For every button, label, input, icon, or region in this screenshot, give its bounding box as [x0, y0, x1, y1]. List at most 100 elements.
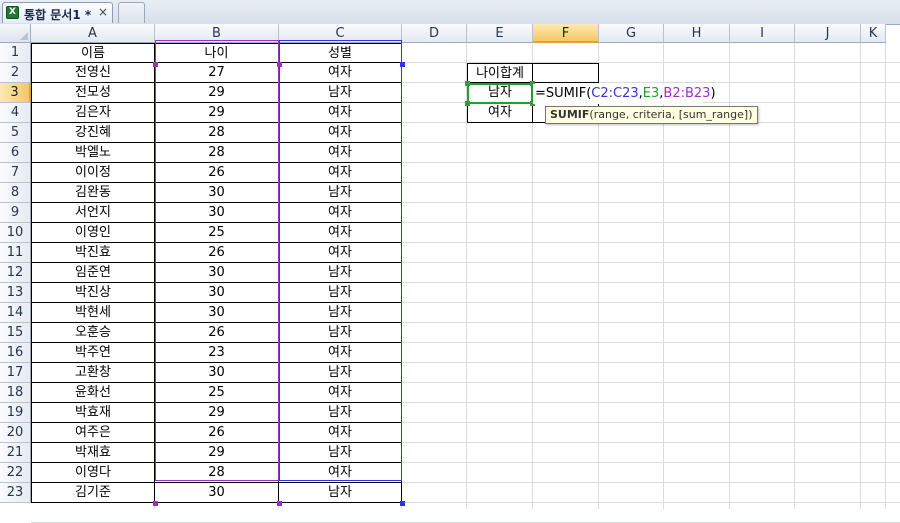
row-header-7[interactable]: 7 [0, 163, 31, 183]
row-header-4[interactable]: 4 [0, 103, 31, 123]
table-cell[interactable]: 여자 [279, 163, 402, 183]
row-header-11[interactable]: 11 [0, 243, 31, 263]
table-cell[interactable]: 30 [155, 363, 279, 383]
table-cell[interactable]: 여주은 [31, 423, 155, 443]
table-header-cell[interactable]: 성별 [279, 43, 402, 63]
tooltip-function-name[interactable]: SUMIF [550, 108, 589, 121]
summary-total-cell[interactable] [533, 63, 599, 83]
table-cell[interactable]: 윤화선 [31, 383, 155, 403]
row-header-12[interactable]: 12 [0, 263, 31, 283]
row-header-1[interactable]: 1 [0, 43, 31, 63]
row-header-6[interactable]: 6 [0, 143, 31, 163]
table-cell[interactable]: 남자 [279, 443, 402, 463]
table-cell[interactable]: 26 [155, 323, 279, 343]
column-header-g[interactable]: G [599, 24, 664, 43]
function-argument-tooltip[interactable]: SUMIF(range, criteria, [sum_range]) [545, 106, 758, 124]
criteria-range-handle[interactable] [400, 501, 405, 506]
row-header-13[interactable]: 13 [0, 283, 31, 303]
table-cell[interactable]: 28 [155, 123, 279, 143]
table-cell[interactable]: 28 [155, 463, 279, 483]
row-header-9[interactable]: 9 [0, 203, 31, 223]
summary-female-label-cell[interactable]: 여자 [467, 103, 533, 123]
sum-range-handle[interactable] [277, 501, 282, 506]
table-cell[interactable]: 여자 [279, 103, 402, 123]
column-header-h[interactable]: H [664, 24, 730, 43]
table-cell[interactable]: 고환창 [31, 363, 155, 383]
table-cell[interactable]: 박재효 [31, 443, 155, 463]
table-cell[interactable]: 30 [155, 263, 279, 283]
table-cell[interactable]: 26 [155, 423, 279, 443]
table-cell[interactable]: 남자 [279, 183, 402, 203]
table-cell[interactable]: 30 [155, 483, 279, 503]
select-all-corner[interactable] [0, 24, 31, 43]
criteria-range-handle[interactable] [400, 62, 405, 67]
row-header-19[interactable]: 19 [0, 403, 31, 423]
table-cell[interactable]: 26 [155, 163, 279, 183]
table-cell[interactable]: 박진효 [31, 243, 155, 263]
row-header-10[interactable]: 10 [0, 223, 31, 243]
table-cell[interactable]: 박엘노 [31, 143, 155, 163]
column-header-c[interactable]: C [279, 24, 402, 43]
sum-range-handle[interactable] [277, 62, 282, 67]
table-cell[interactable]: 이영다 [31, 463, 155, 483]
new-tab-button[interactable] [118, 2, 145, 23]
table-cell[interactable]: 25 [155, 383, 279, 403]
column-header-a[interactable]: A [31, 24, 155, 43]
table-cell[interactable]: 29 [155, 443, 279, 463]
table-cell[interactable]: 27 [155, 63, 279, 83]
table-cell[interactable]: 여자 [279, 143, 402, 163]
summary-title-cell[interactable]: 나이합계 [467, 63, 533, 83]
table-cell[interactable]: 여자 [279, 423, 402, 443]
table-cell[interactable]: 김완동 [31, 183, 155, 203]
table-cell[interactable]: 여자 [279, 383, 402, 403]
table-cell[interactable]: 김기준 [31, 483, 155, 503]
table-cell[interactable]: 이영인 [31, 223, 155, 243]
table-cell[interactable]: 남자 [279, 363, 402, 383]
row-header-22[interactable]: 22 [0, 463, 31, 483]
row-header-20[interactable]: 20 [0, 423, 31, 443]
table-cell[interactable]: 박현세 [31, 303, 155, 323]
table-cell[interactable]: 30 [155, 183, 279, 203]
table-cell[interactable]: 여자 [279, 223, 402, 243]
table-cell[interactable]: 남자 [279, 483, 402, 503]
sum-range-handle[interactable] [153, 62, 158, 67]
column-header-f[interactable]: F [533, 24, 599, 43]
table-header-cell[interactable]: 이름 [31, 43, 155, 63]
criteria-cell-handle[interactable] [465, 101, 470, 106]
table-cell[interactable]: 30 [155, 303, 279, 323]
table-cell[interactable]: 김은자 [31, 103, 155, 123]
row-header-18[interactable]: 18 [0, 383, 31, 403]
workbook-tab[interactable]: X 통합 문서1 * × [2, 2, 113, 23]
close-icon[interactable]: × [98, 5, 108, 19]
column-header-k[interactable]: K [861, 24, 886, 43]
table-cell[interactable]: 오훈승 [31, 323, 155, 343]
row-header-2[interactable]: 2 [0, 63, 31, 83]
row-header-16[interactable]: 16 [0, 343, 31, 363]
row-header-14[interactable]: 14 [0, 303, 31, 323]
criteria-cell-handle[interactable] [465, 81, 470, 86]
column-header-e[interactable]: E [467, 24, 533, 43]
row-header-8[interactable]: 8 [0, 183, 31, 203]
summary-male-label-cell[interactable]: 남자 [467, 83, 533, 103]
table-cell[interactable]: 29 [155, 83, 279, 103]
table-cell[interactable]: 남자 [279, 83, 402, 103]
table-header-cell[interactable]: 나이 [155, 43, 279, 63]
table-cell[interactable]: 박진상 [31, 283, 155, 303]
row-header-15[interactable]: 15 [0, 323, 31, 343]
table-cell[interactable]: 여자 [279, 203, 402, 223]
row-header-23[interactable]: 23 [0, 483, 31, 503]
table-cell[interactable]: 서언지 [31, 203, 155, 223]
formula-edit-cell[interactable]: =SUMIF(C2:C23,E3,B2:B23) [533, 84, 716, 104]
table-cell[interactable]: 전영신 [31, 63, 155, 83]
table-cell[interactable]: 남자 [279, 283, 402, 303]
table-cell[interactable]: 이이정 [31, 163, 155, 183]
table-cell[interactable]: 강진혜 [31, 123, 155, 143]
row-header-21[interactable]: 21 [0, 443, 31, 463]
sum-range-handle[interactable] [153, 501, 158, 506]
table-cell[interactable]: 26 [155, 243, 279, 263]
table-cell[interactable]: 전모성 [31, 83, 155, 103]
spreadsheet-grid[interactable]: ABCDEFGHIJK 1 2 3 4 5 6 7 8 9 10 11 12 13 14 15 16 17 18 1… [0, 24, 900, 523]
row-header-3[interactable]: 3 [0, 83, 31, 103]
table-cell[interactable]: 남자 [279, 303, 402, 323]
table-cell[interactable]: 29 [155, 403, 279, 423]
